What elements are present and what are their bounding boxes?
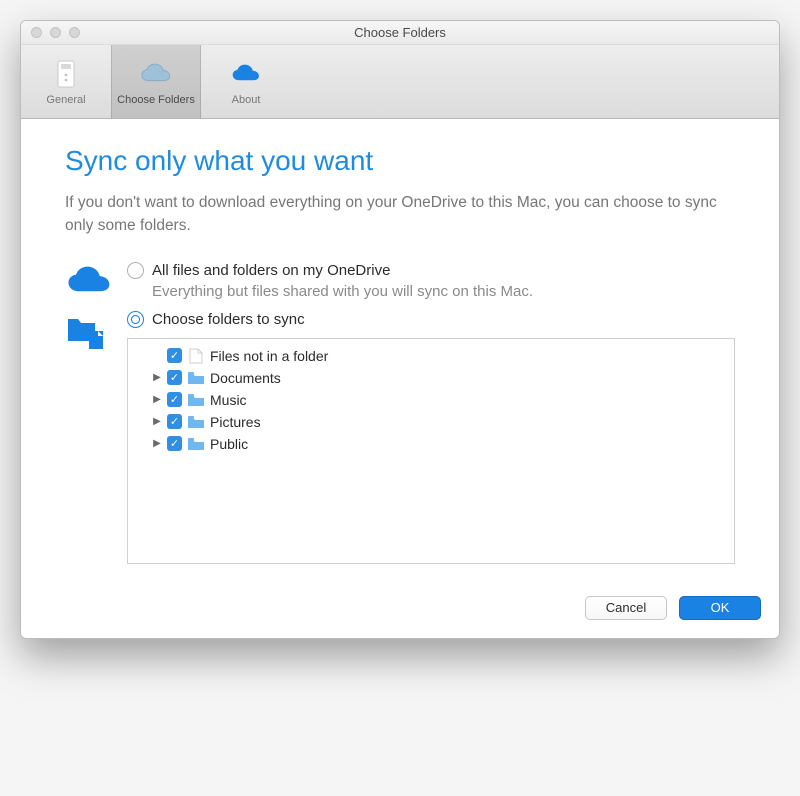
checkbox[interactable]: ✓ [167, 436, 182, 451]
tree-item-label: Documents [210, 370, 281, 386]
checkbox[interactable]: ✓ [167, 370, 182, 385]
page-description: If you don't want to download everything… [65, 191, 735, 238]
folders-icon [65, 313, 111, 360]
close-window-button[interactable] [31, 27, 42, 38]
traffic-lights [31, 27, 80, 38]
radio-choose-folders-label: Choose folders to sync [152, 311, 305, 328]
folder-icon [187, 369, 205, 387]
checkbox[interactable]: ✓ [167, 392, 182, 407]
general-icon [49, 57, 83, 91]
toolbar: General Choose Folders About [21, 45, 779, 119]
toolbar-tab-label: About [232, 94, 261, 106]
option-choose-row: Choose folders to sync ▶ ✓ Files not in … [65, 311, 735, 564]
toolbar-tab-about[interactable]: About [201, 45, 291, 118]
tree-item-label: Files not in a folder [210, 348, 328, 364]
disclosure-icon[interactable]: ▶ [152, 439, 162, 449]
button-bar: Cancel OK [21, 582, 779, 638]
disclosure-icon[interactable]: ▶ [152, 373, 162, 383]
file-icon [187, 347, 205, 365]
folder-icon [187, 435, 205, 453]
tree-row-music[interactable]: ▶ ✓ Music [128, 389, 734, 411]
titlebar: Choose Folders [21, 21, 779, 45]
disclosure-icon[interactable]: ▶ [152, 417, 162, 427]
radio-all-files[interactable] [127, 262, 144, 279]
radio-all-files-sublabel: Everything but files shared with you wil… [152, 283, 735, 300]
radio-choose-folders[interactable] [127, 311, 144, 328]
toolbar-tab-general[interactable]: General [21, 45, 111, 118]
window-title: Choose Folders [21, 25, 779, 40]
tree-row-public[interactable]: ▶ ✓ Public [128, 433, 734, 455]
folder-tree[interactable]: ▶ ✓ Files not in a folder ▶ ✓ Docum [127, 338, 735, 564]
disclosure-icon[interactable]: ▶ [152, 395, 162, 405]
folder-icon [187, 413, 205, 431]
content-pane: Sync only what you want If you don't wan… [21, 119, 779, 582]
cloud-icon [229, 57, 263, 91]
folder-icon [187, 391, 205, 409]
tree-row-files-not-in-folder[interactable]: ▶ ✓ Files not in a folder [128, 345, 734, 367]
tree-item-label: Pictures [210, 414, 261, 430]
tree-item-label: Public [210, 436, 248, 452]
cloud-icon [139, 57, 173, 91]
radio-all-files-label: All files and folders on my OneDrive [152, 262, 390, 279]
toolbar-tab-label: General [46, 94, 85, 106]
tree-row-pictures[interactable]: ▶ ✓ Pictures [128, 411, 734, 433]
checkbox[interactable]: ✓ [167, 414, 182, 429]
toolbar-tab-label: Choose Folders [117, 94, 195, 106]
ok-button[interactable]: OK [679, 596, 761, 620]
checkbox[interactable]: ✓ [167, 348, 182, 363]
minimize-window-button[interactable] [50, 27, 61, 38]
window: Choose Folders General Choose Folders [20, 20, 780, 639]
option-all-row: All files and folders on my OneDrive Eve… [65, 262, 735, 303]
tree-row-documents[interactable]: ▶ ✓ Documents [128, 367, 734, 389]
cancel-button[interactable]: Cancel [585, 596, 667, 620]
cloud-icon [65, 264, 115, 303]
page-heading: Sync only what you want [65, 145, 735, 177]
toolbar-tab-choose-folders[interactable]: Choose Folders [111, 45, 201, 118]
tree-item-label: Music [210, 392, 247, 408]
zoom-window-button[interactable] [69, 27, 80, 38]
